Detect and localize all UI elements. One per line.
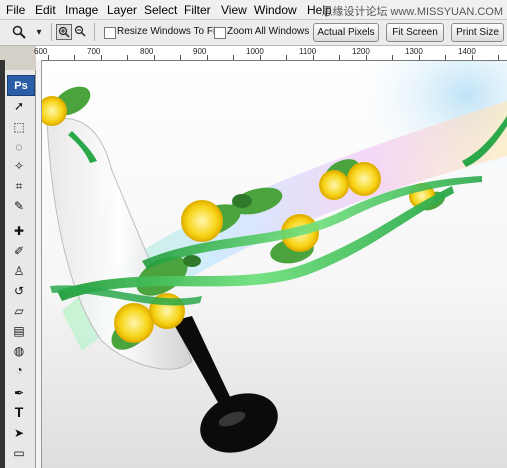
brush-icon[interactable]: ✐	[9, 242, 29, 260]
menu-bar: File Edit Image Layer Select Filter View…	[0, 0, 507, 20]
document-canvas[interactable]	[42, 61, 507, 468]
shape-icon[interactable]: ▭	[9, 444, 29, 462]
lasso-icon[interactable]: ◌	[9, 138, 29, 156]
ruler-tick	[445, 55, 446, 60]
zoom-all-label: Zoom All Windows	[227, 26, 310, 37]
ruler-tick	[366, 55, 367, 60]
menu-layer[interactable]: Layer	[107, 3, 137, 17]
options-bar: ▾ Resize Windows To Fit Zoom All Windows…	[0, 20, 507, 46]
pen-icon[interactable]: ✒	[9, 384, 29, 402]
gradient-icon[interactable]: ▤	[9, 322, 29, 340]
menu-image[interactable]: Image	[65, 3, 98, 17]
resize-windows-label: Resize Windows To Fit	[117, 26, 218, 37]
zoom-all-checkbox[interactable]	[214, 27, 226, 39]
ruler-tick	[313, 55, 314, 60]
ruler-label: 1200	[352, 47, 370, 56]
crop-icon[interactable]: ⌗	[9, 177, 29, 195]
ruler-label: 900	[193, 47, 207, 56]
menu-filter[interactable]: Filter	[184, 3, 211, 17]
clone-stamp-icon[interactable]: ♙	[9, 262, 29, 280]
eraser-icon[interactable]: ▱	[9, 302, 29, 320]
fit-screen-button[interactable]: Fit Screen	[386, 23, 444, 42]
ruler-tick	[127, 55, 128, 60]
ruler-label: 1400	[458, 47, 476, 56]
ruler-label: 600	[34, 47, 48, 56]
marquee-icon[interactable]: ⬚	[9, 118, 29, 136]
magic-wand-icon[interactable]: ✧	[9, 157, 29, 175]
ruler-tick	[180, 55, 181, 60]
ruler-tick	[472, 55, 473, 60]
menu-select[interactable]: Select	[144, 3, 177, 17]
dodge-icon[interactable]: ◔	[9, 361, 29, 379]
separator	[94, 23, 95, 41]
blur-icon[interactable]: ◍	[9, 342, 29, 360]
print-size-button[interactable]: Print Size	[451, 23, 504, 42]
ruler-tick	[419, 55, 420, 60]
ruler-label: 700	[87, 47, 101, 56]
zoom-tool-icon[interactable]	[10, 23, 28, 41]
ruler-label: 800	[140, 47, 154, 56]
ruler-tick	[286, 55, 287, 60]
ruler-tick	[207, 55, 208, 60]
resize-windows-checkbox[interactable]	[104, 27, 116, 39]
ruler-tick	[392, 55, 393, 60]
ruler-tick	[498, 55, 499, 60]
ruler-tick	[233, 55, 234, 60]
move-icon[interactable]: ➚	[9, 97, 29, 115]
watermark-text: 思缘设计论坛 www.MISSYUAN.COM	[321, 6, 503, 18]
zoom-out-icon[interactable]	[73, 24, 87, 38]
path-selection-icon[interactable]: ➤	[9, 424, 29, 442]
ruler-label: 1300	[405, 47, 423, 56]
ruler-tick	[260, 55, 261, 60]
ruler-tick	[339, 55, 340, 60]
zoom-in-icon[interactable]	[56, 24, 72, 40]
artwork	[42, 61, 507, 453]
chevron-down-icon[interactable]: ▾	[30, 23, 48, 41]
menu-view[interactable]: View	[221, 3, 247, 17]
ruler-tick	[154, 55, 155, 60]
healing-brush-icon[interactable]: ✚	[9, 222, 29, 240]
history-brush-icon[interactable]: ↺	[9, 282, 29, 300]
ruler-tick	[48, 55, 49, 60]
menu-edit[interactable]: Edit	[35, 3, 56, 17]
actual-pixels-button[interactable]: Actual Pixels	[313, 23, 379, 42]
type-icon[interactable]: T	[9, 403, 29, 421]
eyedropper-icon[interactable]: ✎	[9, 197, 29, 215]
ruler-tick	[101, 55, 102, 60]
menu-window[interactable]: Window	[254, 3, 297, 17]
photoshop-logo: Ps	[7, 75, 35, 96]
ruler-tick	[74, 55, 75, 60]
ruler-label: 1000	[246, 47, 264, 56]
separator	[51, 23, 52, 41]
top-ruler[interactable]: 600 700 800 900 1000 1100 1200 1300 1400	[34, 46, 507, 61]
menu-file[interactable]: File	[6, 3, 25, 17]
